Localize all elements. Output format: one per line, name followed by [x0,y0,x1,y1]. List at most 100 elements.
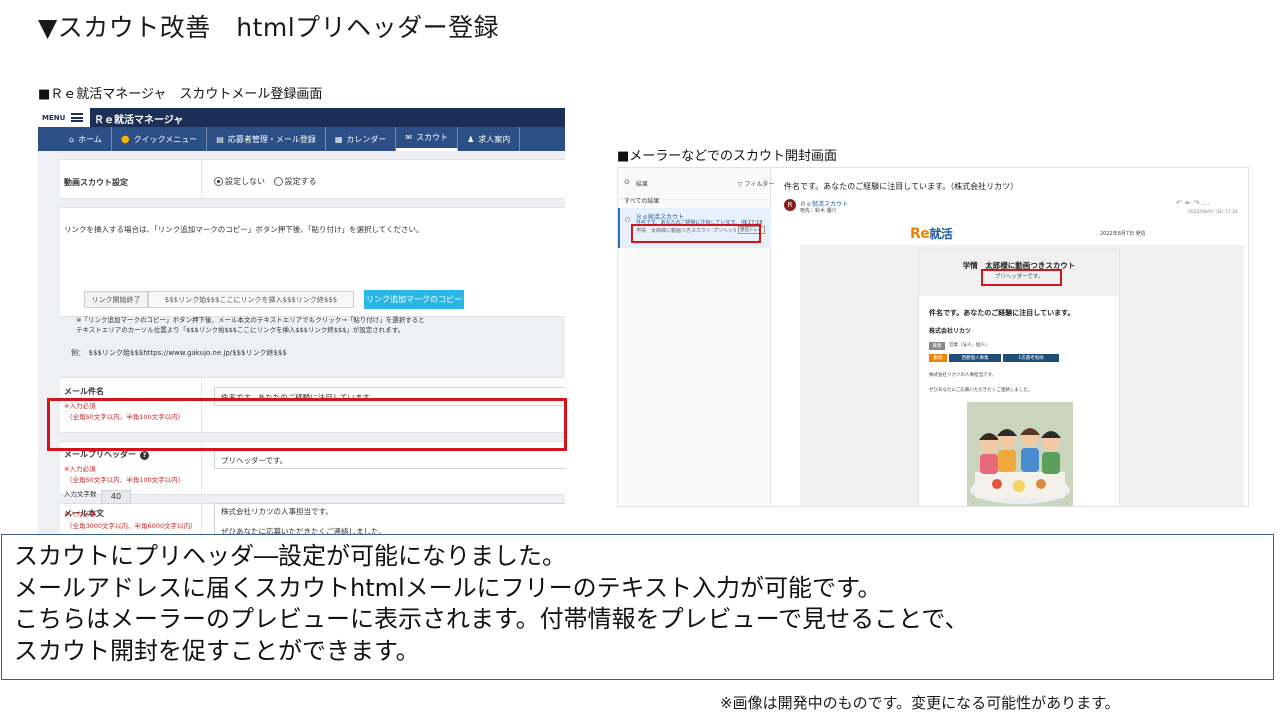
sender-avatar: R [784,199,796,211]
description-line-2: メールアドレスに届くスカウトhtmlメールにフリーのテキスト入力が可能です。 [14,573,882,602]
mail-html-body: Re就活 2022年8月7日 発信 学情 太郎様に動画つきスカウト プリヘッダー… [800,221,1244,506]
filter-button[interactable]: ▽ フィルター [738,179,774,188]
reply-icon[interactable]: ↶ [1176,199,1185,207]
char-count: 40 [101,490,131,504]
description-box: スカウトにプリヘッダ―設定が可能になりました。 メールアドレスに届くスカウトht… [1,534,1274,680]
nav-calendar-label: カレンダー [346,134,387,144]
mail-subject: 件名です。あなたのご経験に注目しています。（株式会社リカツ） [784,182,1019,191]
video-scout-off-option[interactable]: 設定しない [214,177,265,186]
reply-all-icon[interactable]: ↞ [1185,199,1194,207]
link-tab-template[interactable]: $$$リンク始$$$ここにリンクを挿入$$$リンク終$$$ [148,291,354,308]
filter-icon: ▽ [738,181,743,188]
nav-scout-label: スカウト [416,133,449,142]
picnic-illustration [967,402,1073,506]
nav-home[interactable]: ⌂ ホーム [60,127,112,151]
mail-list-title: 結果 [636,181,649,188]
card-company: 株式会社リカツ [929,328,972,335]
select-circle-icon: ○ [625,216,631,223]
mailer-screenshot: ⊙ 結果 ▽ フィルター すべての結果 ○ Ｒｅ就活スカウト 件名です。あなたの… [617,167,1249,507]
nav-jobs-label: 求人案内 [478,134,511,144]
forward-icon[interactable]: ↷ [1194,199,1203,207]
send-date: 2022年8月7日 発信 [1100,231,1146,237]
nav-jobs[interactable]: ♟ 求人案内 [458,127,521,151]
nav-home-label: ホーム [78,134,102,144]
admin-screenshot: MENU Ｒｅ就活マネージャ ⌂ ホーム ● クイックメニュー ▤ 応募者管理・… [38,108,565,535]
divider [201,503,202,535]
video-scout-on-option[interactable]: 設定する [273,177,317,186]
menu-label: MENU [42,113,66,122]
mail-to: 宛先：鈴木 優介 [800,208,837,214]
preheader-limit: （全角50文字以内、半角100文字以内） [66,476,185,484]
divider [201,159,202,199]
admin-brand: Ｒｅ就活マネージャ [94,115,184,126]
tag-category: 西暦個人事業 [949,354,1001,362]
tag-work: 勤務 [929,354,947,362]
preheader-label: メールプリヘッダー [64,450,136,459]
quick-menu-icon: ● [120,133,130,145]
card-preheader-highlight [981,269,1062,286]
link-copy-button[interactable]: リンク追加マークのコピー [364,290,464,309]
card-body-line1: 株式会社リカツの人事担当です。 [929,373,997,378]
more-icon[interactable]: … [1203,199,1213,207]
users-icon: ♟ [467,134,475,144]
slide-title: ▼スカウト改善 htmlプリヘッダー登録 [38,13,500,42]
preheader-input[interactable]: プリヘッダーです。 [214,450,565,469]
video-scout-label: 動画スカウト設定 [64,178,128,187]
nav-scout[interactable]: ✉ スカウト [396,127,459,151]
home-icon: ⌂ [69,134,75,144]
admin-topbar: MENU Ｒｅ就活マネージャ [38,108,565,127]
admin-nav: ⌂ ホーム ● クイックメニュー ▤ 応募者管理・メール登録 ▦ カレンダー ✉… [38,127,565,151]
nav-applicants-label: 応募者管理・メール登録 [227,134,316,144]
description-line-1: スカウトにプリヘッダ―設定が可能になりました。 [14,542,566,570]
all-results-label: すべての結果 [624,198,660,205]
body-textarea[interactable]: 株式会社リカツの人事担当です。 ぜひあなたに応募いただきたくご連絡しました。 [214,503,565,535]
back-icon[interactable]: ⊙ [624,178,630,186]
disclaimer: ※画像は開発中のものです。変更になる可能性があります。 [720,694,1120,712]
preheader-highlight [47,398,567,451]
card-body-line2: ぜひあなたにご応募いただきたくご連絡しました。 [929,388,1033,393]
link-tab-start-end[interactable]: リンク開始終了 [84,291,148,308]
description-line-4: スカウト開封を促すことができます。 [14,636,420,665]
preheader-required: ※入力必須 [64,465,96,473]
description-line-3: こちらはメーラーのプレビューに表示されます。付帯情報をプレビューで見せることで、 [14,605,969,633]
radio-selected-icon [214,177,223,186]
mail-datetime: 2022/08/07 (日) 17:18 [1188,210,1238,215]
link-help-text: リンクを挿入する場合は、「リンク追加マークのコピー」ボタン押下後、「貼り付け」を… [64,225,424,234]
mailer-screenshot-caption: ■メーラーなどでのスカウト開封画面 [617,149,838,164]
card-subject: 件名です。あなたのご経験に注目しています。 [929,309,1075,317]
body-line-1: 株式会社リカツの人事担当です。 [221,507,333,516]
calendar-icon: ▦ [334,134,343,144]
mail-actions: ↶↞↷… [1176,199,1213,207]
scout-illustration [967,402,1073,506]
scrollbar[interactable] [1248,198,1249,318]
tag-exemption: 1次選考免除 [1003,354,1059,362]
tag-recruit-value: 営業（法人、個人） [949,343,990,348]
mail-header-strip: Re就活 2022年8月7日 発信 [800,221,1244,245]
hamburger-icon [71,113,84,122]
mail-list-pane: ⊙ 結果 ▽ フィルター すべての結果 ○ Ｒｅ就活スカウト 件名です。あなたの… [618,168,774,506]
mail-reading-pane: 件名です。あなたのご経験に注目しています。（株式会社リカツ） R Ｒｅ就活スカウ… [778,168,1248,506]
radio-icon [273,177,283,186]
scout-card: 学情 太郎様に動画つきスカウト プリヘッダーです。 件名です。あなたのご経験に注… [918,249,1120,506]
subject-label: メール件名 [64,387,104,396]
body-required: ※入力必須 [64,510,96,518]
nav-calendar[interactable]: ▦ カレンダー [326,127,397,151]
reshukatsu-logo: Re就活 [910,226,953,242]
menu-button[interactable]: MENU [38,108,90,127]
video-scout-options: 設定しない 設定する [214,176,317,187]
nav-applicants[interactable]: ▤ 応募者管理・メール登録 [207,127,326,151]
help-icon[interactable]: ? [140,451,149,460]
nav-quick-menu[interactable]: ● クイックメニュー [112,127,208,151]
link-note-line2: テキストエリアのカーソル位置より「$$$リンク始$$$ここにリンクを挿入$$$リ… [76,326,405,334]
link-note-line1: ※「リンク追加マークのコピー」ボタン押下後、メール本文のテキストエリアでもクリッ… [76,316,425,324]
mail-icon: ✉ [405,133,413,142]
admin-screenshot-caption: ■Ｒｅ就活マネージャ スカウトメール登録画面 [38,87,323,102]
admin-form: 動画スカウト設定 設定しない 設定する リンクを挿入する場合は、「リンク追加マー… [38,151,565,535]
link-example: 例： $$$リンク始$$$https://www.gakujo.ne.jp/$$… [71,349,287,357]
applicant-icon: ▤ [216,134,224,144]
count-label: 入力文字数 [64,490,97,498]
tag-recruit: 募集 [929,342,945,350]
list-preview-highlight [631,224,761,243]
body-limit: （全角3000文字以内、半角6000文字以内） [66,522,197,530]
nav-quick-menu-label: クイックメニュー [133,134,198,144]
